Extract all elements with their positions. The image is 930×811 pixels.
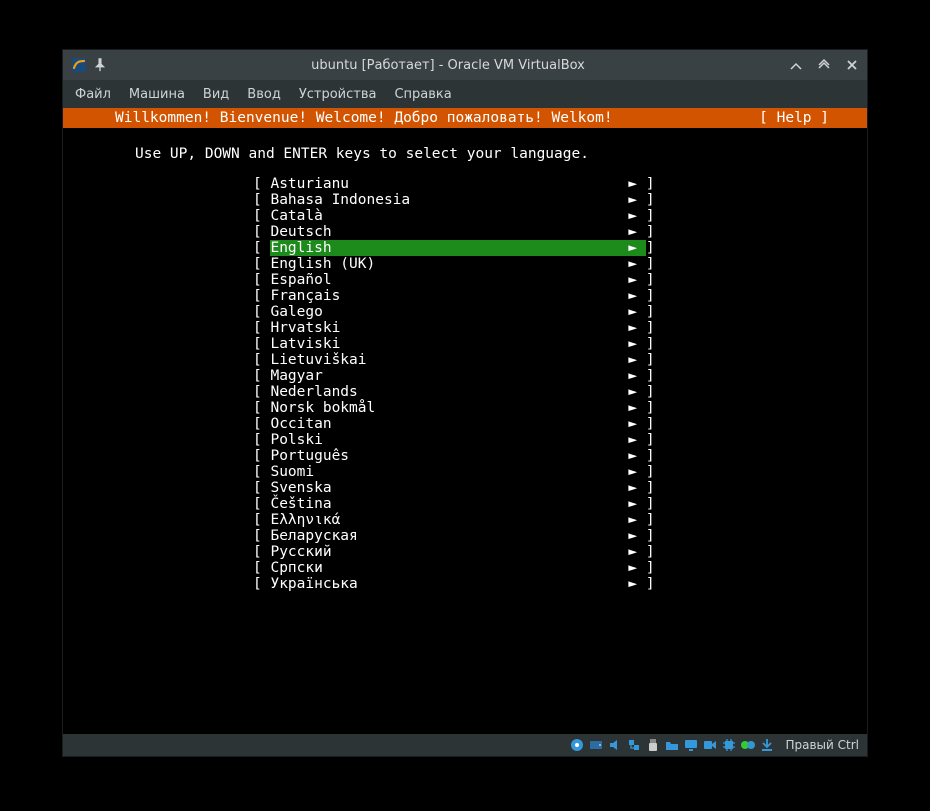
- language-option[interactable]: [ Русский ► ]: [63, 544, 867, 560]
- language-name: Hrvatski: [270, 320, 628, 336]
- language-name: Русский: [270, 544, 628, 560]
- mouse-integration-icon[interactable]: [740, 737, 756, 753]
- language-name: English ►: [270, 240, 645, 256]
- language-option[interactable]: [ Occitan ► ]: [63, 416, 867, 432]
- close-button[interactable]: [845, 58, 859, 72]
- language-option[interactable]: [ Català ► ]: [63, 208, 867, 224]
- language-name: Српски: [270, 560, 628, 576]
- language-option[interactable]: [ Português ► ]: [63, 448, 867, 464]
- language-name: Čeština: [270, 496, 628, 512]
- display-icon[interactable]: [683, 737, 699, 753]
- language-option[interactable]: [ Deutsch ► ]: [63, 224, 867, 240]
- audio-icon[interactable]: [607, 737, 623, 753]
- minimize-button[interactable]: [789, 58, 803, 72]
- cpu-icon[interactable]: [721, 737, 737, 753]
- menu-devices[interactable]: Устройства: [299, 87, 377, 102]
- pin-icon[interactable]: [93, 58, 107, 72]
- language-name: Français: [270, 288, 628, 304]
- language-option[interactable]: [ Asturianu ► ]: [63, 176, 867, 192]
- language-name: Norsk bokmål: [270, 400, 628, 416]
- language-option[interactable]: [ Беларуская ► ]: [63, 528, 867, 544]
- language-option[interactable]: [ Hrvatski ► ]: [63, 320, 867, 336]
- host-key-label: Правый Ctrl: [785, 738, 859, 752]
- titlebar: ubuntu [Работает] - Oracle VM VirtualBox: [63, 50, 867, 80]
- language-name: Català: [270, 208, 628, 224]
- language-name: Svenska: [270, 480, 628, 496]
- language-option[interactable]: [ Norsk bokmål ► ]: [63, 400, 867, 416]
- language-option[interactable]: [ Suomi ► ]: [63, 464, 867, 480]
- menu-file[interactable]: Файл: [75, 87, 111, 102]
- statusbar: Правый Ctrl: [63, 734, 867, 756]
- vm-screen[interactable]: Willkommen! Bienvenue! Welcome! Добро по…: [63, 108, 867, 734]
- language-name: Nederlands: [270, 384, 628, 400]
- network-icon[interactable]: [626, 737, 642, 753]
- window-title: ubuntu [Работает] - Oracle VM VirtualBox: [107, 58, 789, 73]
- language-option[interactable]: [ Français ► ]: [63, 288, 867, 304]
- language-name: Español: [270, 272, 628, 288]
- language-name: Lietuviškai: [270, 352, 628, 368]
- language-name: Deutsch: [270, 224, 628, 240]
- language-name: Occitan: [270, 416, 628, 432]
- titlebar-left: [71, 57, 107, 73]
- menu-machine[interactable]: Машина: [129, 87, 185, 102]
- language-name: Português: [270, 448, 628, 464]
- language-name: Asturianu: [270, 176, 628, 192]
- language-option[interactable]: [ Čeština ► ]: [63, 496, 867, 512]
- language-option[interactable]: [ Magyar ► ]: [63, 368, 867, 384]
- app-icon: [71, 57, 87, 73]
- shared-folder-icon[interactable]: [664, 737, 680, 753]
- window-controls: [789, 58, 859, 72]
- language-name: English (UK): [270, 256, 628, 272]
- disc-icon[interactable]: [569, 737, 585, 753]
- language-name: Suomi: [270, 464, 628, 480]
- hdd-icon[interactable]: [588, 737, 604, 753]
- menu-input[interactable]: Ввод: [247, 87, 281, 102]
- language-option[interactable]: [ Latviski ► ]: [63, 336, 867, 352]
- language-option[interactable]: [ Српски ► ]: [63, 560, 867, 576]
- maximize-button[interactable]: [817, 58, 831, 72]
- language-name: Bahasa Indonesia: [270, 192, 628, 208]
- installer-help-button[interactable]: [ Help ]: [759, 110, 857, 126]
- language-name: Magyar: [270, 368, 628, 384]
- menu-view[interactable]: Вид: [203, 87, 229, 102]
- language-option[interactable]: [ Українська ► ]: [63, 576, 867, 592]
- language-option[interactable]: [ Ελληνικά ► ]: [63, 512, 867, 528]
- language-option[interactable]: [ Nederlands ► ]: [63, 384, 867, 400]
- virtualbox-window: ubuntu [Работает] - Oracle VM VirtualBox…: [63, 50, 867, 756]
- language-name: Polski: [270, 432, 628, 448]
- language-option[interactable]: [ Polski ► ]: [63, 432, 867, 448]
- status-icons: [569, 737, 775, 753]
- installer-header: Willkommen! Bienvenue! Welcome! Добро по…: [63, 108, 867, 128]
- language-option[interactable]: [ Lietuviškai ► ]: [63, 352, 867, 368]
- language-list[interactable]: [ Asturianu ► ][ Bahasa Indonesia ► ][ C…: [63, 162, 867, 592]
- language-option[interactable]: [ Galego ► ]: [63, 304, 867, 320]
- installer-instruction: Use UP, DOWN and ENTER keys to select yo…: [63, 128, 867, 162]
- language-option[interactable]: [ English ► ]: [63, 240, 867, 256]
- language-name: Ελληνικά: [270, 512, 628, 528]
- language-name: Galego: [270, 304, 628, 320]
- menubar: Файл Машина Вид Ввод Устройства Справка: [63, 80, 867, 108]
- recording-icon[interactable]: [702, 737, 718, 753]
- language-name: Беларуская: [270, 528, 628, 544]
- language-option[interactable]: [ Español ► ]: [63, 272, 867, 288]
- menu-help[interactable]: Справка: [394, 87, 451, 102]
- language-option[interactable]: [ English (UK) ► ]: [63, 256, 867, 272]
- installer-welcome-text: Willkommen! Bienvenue! Welcome! Добро по…: [73, 110, 759, 126]
- language-name: Українська: [270, 576, 628, 592]
- usb-icon[interactable]: [645, 737, 661, 753]
- language-option[interactable]: [ Svenska ► ]: [63, 480, 867, 496]
- keyboard-capture-icon[interactable]: [759, 737, 775, 753]
- language-name: Latviski: [270, 336, 628, 352]
- language-option[interactable]: [ Bahasa Indonesia ► ]: [63, 192, 867, 208]
